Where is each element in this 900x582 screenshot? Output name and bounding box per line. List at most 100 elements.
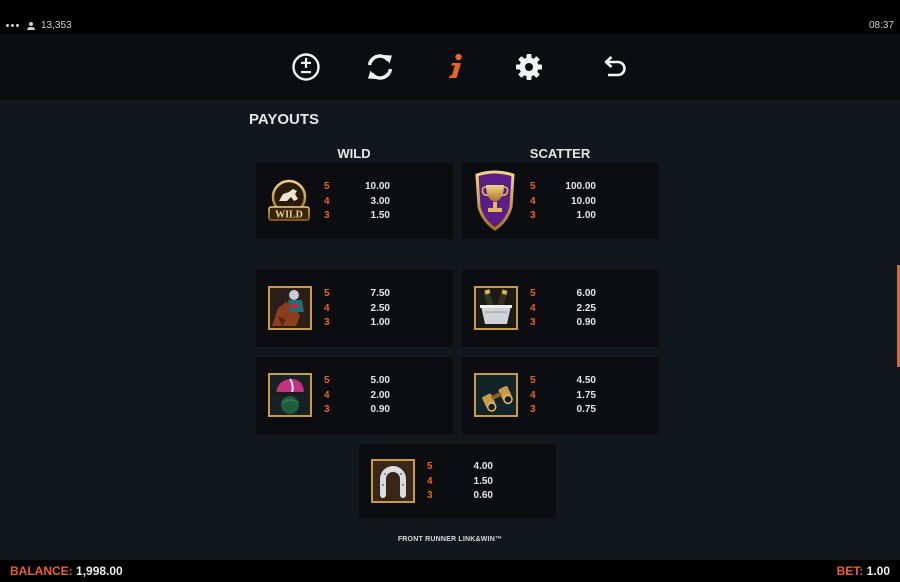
pay-row: 4 2.50 — [324, 302, 390, 317]
pay-value: 5.00 — [370, 375, 390, 386]
pays-table-jockey: 5 7.50 4 2.50 3 1.00 — [324, 287, 390, 331]
menu-dots-icon[interactable] — [6, 24, 19, 27]
user-icon — [27, 21, 36, 30]
pay-count: 3 — [324, 404, 330, 416]
pay-value: 1.00 — [370, 317, 390, 329]
pay-row: 4 1.75 — [530, 389, 596, 404]
pay-value: 7.50 — [370, 288, 390, 299]
balance-value: 1,998.00 — [76, 564, 123, 578]
back-button[interactable] — [598, 51, 630, 83]
pay-value: 2.25 — [576, 302, 596, 314]
pay-count: 3 — [324, 210, 330, 222]
gear-icon — [516, 54, 542, 80]
pay-value: 3.00 — [370, 195, 390, 207]
pay-value: 10.00 — [364, 181, 390, 192]
bottom-bar: BALANCE: 1,998.00 BET: 1.00 — [0, 560, 900, 582]
pay-count: 4 — [427, 475, 433, 487]
pay-value: 6.00 — [576, 288, 596, 299]
pay-count: 4 — [530, 389, 536, 401]
pay-value: 1.75 — [576, 389, 596, 401]
pays-table-wild: 5 10.00 4 3.00 3 1.50 — [324, 180, 390, 224]
pay-count: 3 — [530, 210, 536, 222]
pay-value: 1.00 — [576, 210, 596, 222]
pay-count: 5 — [324, 375, 330, 386]
pay-count: 3 — [427, 490, 433, 502]
page-title: PAYOUTS — [249, 111, 320, 128]
payout-card-jockey: 5 7.50 4 2.50 3 1.00 — [256, 270, 453, 347]
binoculars-icon — [474, 373, 518, 417]
pays-table-helmet: 5 5.00 4 2.00 3 0.90 — [324, 374, 390, 418]
pay-count: 4 — [324, 302, 330, 314]
pay-value: 2.50 — [370, 302, 390, 314]
pay-row: 3 1.00 — [324, 316, 390, 331]
pay-count: 3 — [530, 404, 536, 416]
balance-label: BALANCE: — [10, 564, 73, 578]
autoplay-icon — [367, 54, 393, 80]
pay-count: 5 — [324, 288, 330, 299]
pay-row: 5 4.00 — [427, 460, 493, 475]
pay-row: 3 0.90 — [530, 316, 596, 331]
bet-adjust-button[interactable] — [290, 51, 322, 83]
bet-display: BET: 1.00 — [837, 564, 890, 578]
game-title-footer: FRONT RUNNER LINK&WIN™ — [397, 536, 503, 543]
user-count: 13,353 — [41, 20, 72, 31]
pays-table-scatter: 5 100.00 4 10.00 3 1.00 — [530, 180, 596, 224]
bet-adjust-icon — [292, 53, 320, 81]
pay-value: 0.60 — [473, 490, 493, 502]
payout-card-binoculars: 5 4.50 4 1.75 3 0.75 — [462, 357, 659, 434]
pay-count: 5 — [530, 375, 536, 386]
paytable-content: PAYOUTS WILD SCATTER WILD 5 10.00 4 3.00 3… — [0, 100, 900, 560]
pay-row: 4 10.00 — [530, 195, 596, 210]
info-icon — [449, 53, 462, 78]
pay-row: 4 2.25 — [530, 302, 596, 317]
pay-count: 3 — [324, 317, 330, 329]
pay-value: 4.50 — [576, 375, 596, 386]
pay-count: 3 — [530, 317, 536, 329]
pay-row: 5 7.50 — [324, 287, 390, 302]
champagne-bucket-icon — [474, 286, 518, 330]
pay-row: 3 0.60 — [427, 489, 493, 504]
horseshoe-icon — [371, 459, 415, 503]
clock: 08:37 — [868, 20, 894, 31]
toolbar — [0, 34, 900, 100]
pay-value: 1.50 — [370, 210, 390, 222]
pay-row: 4 2.00 — [324, 389, 390, 404]
pay-row: 4 3.00 — [324, 195, 390, 210]
pay-row: 5 100.00 — [530, 180, 596, 195]
pay-count: 5 — [530, 181, 536, 192]
bet-value: 1.00 — [866, 564, 890, 578]
pay-count: 4 — [530, 302, 536, 314]
svg-text:WILD: WILD — [275, 210, 303, 221]
pay-value: 0.90 — [370, 404, 390, 416]
payout-card-scatter: 5 100.00 4 10.00 3 1.00 — [462, 163, 659, 239]
pay-value: 100.00 — [565, 181, 596, 192]
pay-row: 5 5.00 — [324, 374, 390, 389]
payout-card-wild: WILD 5 10.00 4 3.00 3 1.50 — [256, 163, 453, 239]
pays-table-horseshoe: 5 4.00 4 1.50 3 0.60 — [427, 460, 493, 504]
pay-value: 0.90 — [576, 317, 596, 329]
status-bar: 13,353 08:37 — [0, 0, 900, 34]
balance-display: BALANCE: 1,998.00 — [10, 564, 123, 578]
pay-count: 4 — [324, 195, 330, 207]
back-arrow-icon — [604, 56, 626, 77]
pay-count: 4 — [324, 389, 330, 401]
pays-table-binoculars: 5 4.50 4 1.75 3 0.75 — [530, 374, 596, 418]
settings-button[interactable] — [513, 51, 545, 83]
pay-row: 3 0.75 — [530, 403, 596, 418]
pays-table-champagne: 5 6.00 4 2.25 3 0.90 — [530, 287, 596, 331]
pay-count: 5 — [427, 461, 433, 472]
autoplay-button[interactable] — [364, 51, 396, 83]
info-button[interactable] — [439, 51, 471, 83]
jockey-helmet-icon — [268, 373, 312, 417]
pay-row: 5 6.00 — [530, 287, 596, 302]
pay-row: 3 1.00 — [530, 209, 596, 224]
pay-value: 2.00 — [370, 389, 390, 401]
payout-card-horseshoe: 5 4.00 4 1.50 3 0.60 — [359, 444, 556, 518]
pay-row: 5 4.50 — [530, 374, 596, 389]
status-left: 13,353 — [6, 20, 72, 31]
pay-value: 4.00 — [473, 461, 493, 472]
wild-heading: WILD — [337, 146, 371, 161]
pay-value: 1.50 — [473, 475, 493, 487]
payout-card-champagne: 5 6.00 4 2.25 3 0.90 — [462, 270, 659, 347]
wild-horse-badge-icon: WILD — [268, 179, 310, 221]
